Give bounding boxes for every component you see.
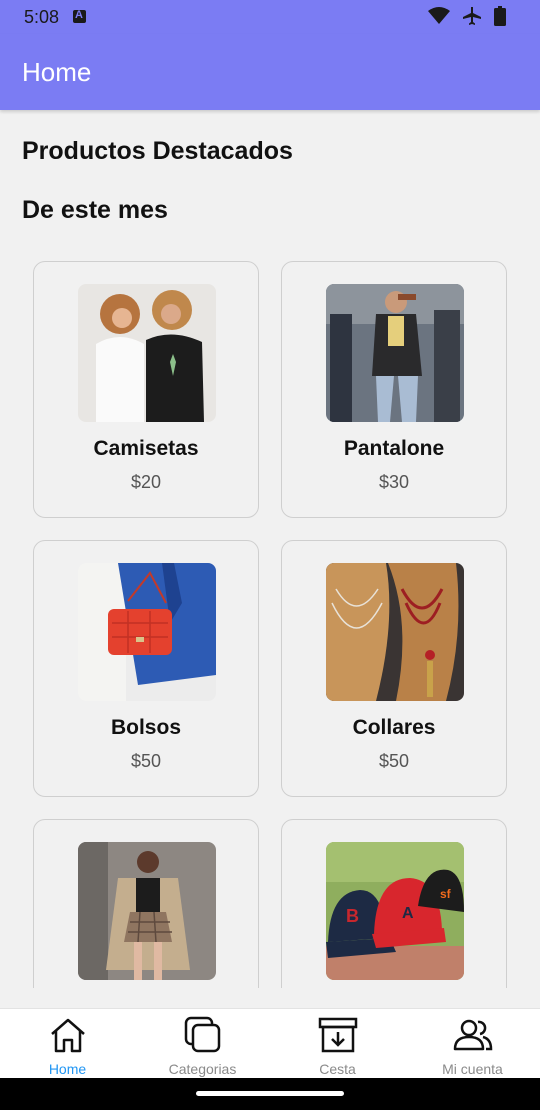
product-image-caps: B A sf: [326, 842, 464, 980]
product-price: $50: [130, 751, 162, 771]
battery-icon: [494, 6, 506, 26]
nav-item-home[interactable]: Home: [0, 1009, 135, 1079]
svg-text:B: B: [346, 906, 359, 926]
status-icons: [428, 6, 506, 26]
product-image-bags: [78, 563, 216, 701]
airplane-icon: [463, 7, 481, 25]
status-bar: 5:08: [0, 0, 540, 34]
product-image-pants: [326, 284, 464, 422]
nav-label-home: Home: [48, 1061, 87, 1077]
product-image-tshirts: [78, 284, 216, 422]
home-icon: [51, 1018, 85, 1053]
notification-a-icon: [73, 9, 86, 23]
home-gesture-pill[interactable]: [196, 1091, 344, 1096]
bottom-nav: Home Categorias Cesta Mi cuenta: [0, 1008, 540, 1078]
section-title-month: De este mes: [22, 196, 168, 224]
product-card[interactable]: [33, 819, 259, 988]
product-card[interactable]: Bolsos $50: [33, 540, 259, 797]
product-image-necklaces: [326, 563, 464, 701]
product-name: Pantalone: [343, 437, 445, 460]
wifi-icon: [428, 7, 450, 24]
nav-item-basket[interactable]: Cesta: [270, 1009, 405, 1079]
product-card[interactable]: Pantalone $30: [281, 261, 507, 518]
product-card[interactable]: Collares $50: [281, 540, 507, 797]
product-image-skirt: [78, 842, 216, 980]
product-name: Collares: [352, 716, 436, 739]
product-grid: Camisetas $20 Pantalone $30 Bolsos $50 C…: [0, 250, 540, 988]
product-card[interactable]: B A sf: [281, 819, 507, 988]
nav-label-basket: Cesta: [319, 1061, 356, 1077]
nav-label-account: Mi cuenta: [442, 1061, 503, 1077]
product-card[interactable]: Camisetas $20: [33, 261, 259, 518]
product-name: Bolsos: [110, 716, 181, 739]
categories-icon: [184, 1016, 221, 1053]
section-title-featured: Productos Destacados: [22, 137, 293, 165]
nav-label-categories: Categorias: [168, 1061, 237, 1077]
system-navigation-bar: [0, 1078, 540, 1110]
basket-icon: [318, 1017, 358, 1053]
account-icon: [453, 1019, 493, 1051]
status-time: 5:08: [24, 7, 60, 27]
app-bar: Home: [0, 34, 540, 110]
nav-item-account[interactable]: Mi cuenta: [405, 1009, 540, 1079]
product-name: Camisetas: [93, 437, 199, 460]
product-price: $50: [378, 751, 410, 771]
svg-text:A: A: [402, 905, 414, 922]
nav-item-categories[interactable]: Categorias: [135, 1009, 270, 1079]
svg-text:sf: sf: [440, 887, 452, 901]
product-price: $30: [378, 472, 410, 492]
app-title: Home: [22, 57, 92, 87]
product-price: $20: [130, 472, 162, 492]
